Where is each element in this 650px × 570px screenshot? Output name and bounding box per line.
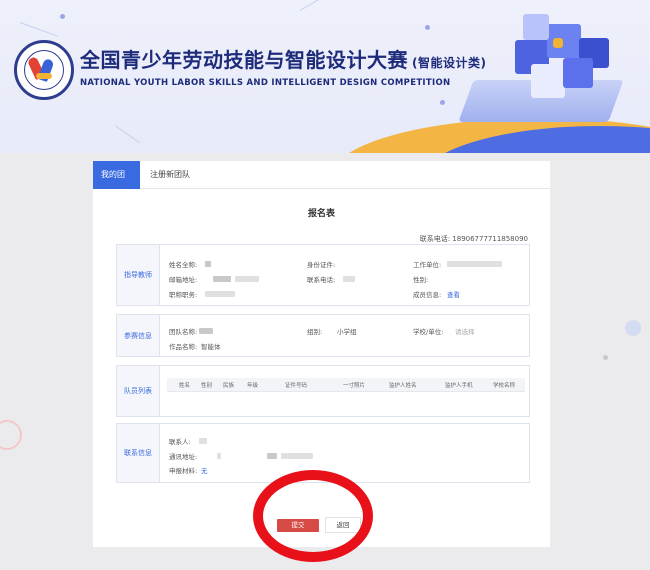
column-header: 姓名 bbox=[179, 383, 191, 389]
redacted-value bbox=[343, 276, 355, 282]
redacted-value bbox=[205, 291, 235, 297]
decorative-circle bbox=[625, 320, 641, 336]
field-label: 邮箱地址: bbox=[169, 276, 198, 284]
field-value: 智能体 bbox=[201, 343, 221, 351]
column-header: 监护人姓名 bbox=[389, 383, 417, 389]
redacted-value bbox=[447, 261, 502, 267]
redacted-value bbox=[213, 276, 231, 282]
competition-logo bbox=[14, 40, 74, 100]
tab-register-team[interactable]: 注册新团队 bbox=[142, 161, 198, 189]
field-label: 职称职务: bbox=[169, 291, 198, 299]
field-label: 性别: bbox=[413, 276, 429, 284]
header-banner: 全国青少年劳动技能与智能设计大赛 (智能设计类) NATIONAL YOUTH L… bbox=[0, 0, 650, 153]
redacted-value bbox=[217, 453, 221, 459]
column-header: 民族 bbox=[223, 383, 235, 389]
form-title: 报名表 bbox=[307, 209, 335, 219]
tab-my-team[interactable]: 我的团队 bbox=[93, 161, 140, 207]
section-label: 联系信息 bbox=[117, 424, 160, 482]
banner-title: 全国青少年劳动技能与智能设计大赛 (智能设计类) bbox=[80, 44, 486, 73]
section-label: 指导教师 bbox=[117, 245, 160, 305]
field-label: 团队名称: bbox=[169, 328, 198, 336]
section-team: 参赛信息 团队名称: 作品名称: 智能体 组别: 小学组 学校/单位: 请选择 bbox=[116, 314, 530, 357]
field-label: 组别: bbox=[307, 328, 323, 336]
decorative-dot bbox=[603, 355, 608, 360]
field-value: 请选择 bbox=[455, 328, 475, 336]
banner-title-en: NATIONAL YOUTH LABOR SKILLS AND INTELLIG… bbox=[80, 78, 451, 88]
field-label: 通讯地址: bbox=[169, 453, 198, 461]
redacted-value bbox=[235, 276, 259, 282]
field-label: 学校/单位: bbox=[413, 328, 444, 336]
section-label: 队员列表 bbox=[117, 366, 160, 416]
field-label: 申报材料: bbox=[169, 467, 198, 475]
contact-phone: 联系电话: 18906777711858090 bbox=[419, 235, 528, 243]
members-table-header: 姓名 性别 民族 年级 证件号码 一寸照片 监护人姓名 监护人手机 学校名称 bbox=[167, 378, 525, 392]
decorative-dot bbox=[60, 14, 65, 19]
section-members: 队员列表 姓名 性别 民族 年级 证件号码 一寸照片 监护人姓名 监护人手机 学… bbox=[116, 365, 530, 417]
redacted-value bbox=[267, 453, 277, 459]
redacted-value bbox=[281, 453, 313, 459]
column-header: 监护人手机 bbox=[445, 383, 473, 389]
decorative-cubes bbox=[495, 10, 615, 120]
column-header: 学校名称 bbox=[493, 383, 516, 389]
decorative-line bbox=[299, 0, 331, 11]
decorative-circle bbox=[0, 420, 22, 450]
column-header: 年级 bbox=[247, 383, 259, 389]
field-label: 姓名全称: bbox=[169, 261, 198, 269]
redacted-value bbox=[199, 328, 213, 334]
column-header: 性别 bbox=[201, 383, 213, 389]
section-leader: 指导教师 姓名全称: 邮箱地址: 职称职务: 身份证件: 联系电话: 工作单位:… bbox=[116, 244, 530, 306]
annotation-highlight-circle bbox=[253, 470, 373, 562]
redacted-value bbox=[205, 261, 211, 267]
column-header: 证件号码 bbox=[285, 383, 308, 389]
decorative-line bbox=[114, 125, 140, 144]
field-value: 小学组 bbox=[337, 328, 357, 336]
banner-title-sub: (智能设计类) bbox=[412, 56, 487, 70]
column-header: 一寸照片 bbox=[343, 383, 366, 389]
field-label: 作品名称: bbox=[169, 343, 198, 351]
redacted-value bbox=[199, 438, 207, 444]
material-link[interactable]: 无 bbox=[201, 465, 208, 475]
decorative-dot bbox=[440, 100, 445, 105]
field-label: 联系电话: bbox=[307, 276, 336, 284]
section-label: 参赛信息 bbox=[117, 315, 160, 356]
decorative-dot bbox=[425, 25, 430, 30]
field-label: 身份证件: bbox=[307, 261, 336, 269]
field-label: 工作单位: bbox=[413, 261, 442, 269]
tab-bar: 我的团队 注册新团队 bbox=[93, 161, 550, 207]
field-label: 联系人: bbox=[169, 438, 191, 446]
banner-title-cn: 全国青少年劳动技能与智能设计大赛 bbox=[80, 48, 408, 72]
view-members-link[interactable]: 查看 bbox=[447, 289, 460, 299]
field-label: 成员信息: bbox=[413, 291, 442, 299]
decorative-line bbox=[19, 22, 58, 37]
